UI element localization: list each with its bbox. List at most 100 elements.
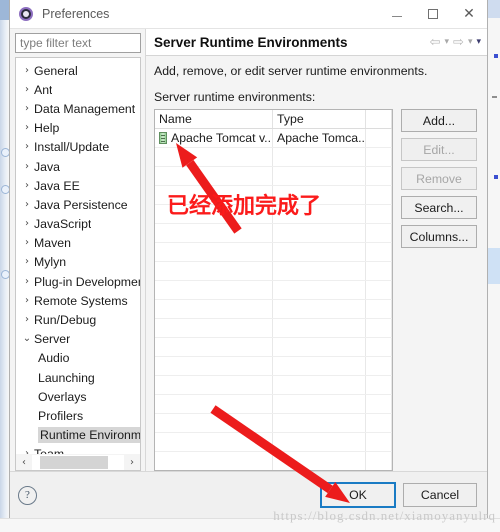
- maximize-button[interactable]: [415, 0, 451, 28]
- chevron-right-icon[interactable]: ›: [20, 315, 34, 325]
- table-body: Apache Tomcat v... Apache Tomca...: [155, 129, 392, 470]
- cell-empty: [366, 395, 392, 413]
- sidebar-item-java[interactable]: › Java: [16, 157, 140, 176]
- sidebar-item-overlays[interactable]: Overlays: [16, 387, 140, 406]
- column-header-name[interactable]: Name: [155, 110, 273, 128]
- ok-button[interactable]: OK: [320, 482, 396, 508]
- sidebar-item-java-persistence[interactable]: › Java Persistence: [16, 195, 140, 214]
- sidebar-item-maven[interactable]: › Maven: [16, 234, 140, 253]
- cell-empty: [155, 167, 273, 185]
- table-row-empty[interactable]: [155, 395, 392, 414]
- preferences-tree-scroll[interactable]: › General › Ant › Data Management › Help › Instal…: [15, 57, 141, 454]
- sidebar-item-label: Help: [34, 121, 60, 136]
- table-row-empty[interactable]: [155, 300, 392, 319]
- sidebar-item-launching[interactable]: Launching: [16, 368, 140, 387]
- chevron-right-icon[interactable]: ›: [20, 219, 34, 229]
- tree-horizontal-scrollbar[interactable]: ‹ ›: [15, 454, 141, 471]
- sidebar-item-java-ee[interactable]: › Java EE: [16, 176, 140, 195]
- chevron-right-icon[interactable]: ›: [20, 449, 34, 454]
- table-row-empty[interactable]: [155, 224, 392, 243]
- sidebar-item-label: Audio: [38, 351, 70, 366]
- help-icon[interactable]: ?: [18, 485, 37, 505]
- sidebar-item-plug-in-developmen[interactable]: › Plug-in Developmen: [16, 272, 140, 291]
- table-row-empty[interactable]: [155, 357, 392, 376]
- sidebar-item-label: Ant: [34, 82, 53, 97]
- minimize-button[interactable]: [379, 0, 415, 28]
- cell-empty: [273, 414, 366, 432]
- sidebar-item-team[interactable]: ›Team: [16, 445, 140, 454]
- annotation-note-text: 已经添加完成了: [167, 194, 322, 219]
- dialog-titlebar[interactable]: Preferences ✕: [10, 0, 487, 29]
- chevron-right-icon[interactable]: ›: [20, 103, 34, 114]
- table-row-empty[interactable]: [155, 319, 392, 338]
- chevron-right-icon[interactable]: ›: [20, 238, 34, 248]
- sidebar-item-data-management[interactable]: › Data Management: [16, 99, 140, 118]
- sidebar-item-javascript[interactable]: › JavaScript: [16, 215, 140, 234]
- table-row-empty[interactable]: [155, 452, 392, 470]
- chevron-right-icon[interactable]: ›: [20, 276, 34, 287]
- close-icon[interactable]: ✕: [451, 0, 487, 28]
- cell-empty: [273, 376, 366, 394]
- chevron-right-icon[interactable]: ›: [20, 161, 34, 172]
- filter-input[interactable]: type filter text: [15, 33, 141, 53]
- sidebar-item-label: Java: [34, 159, 60, 174]
- table-row-empty[interactable]: [155, 148, 392, 167]
- sidebar-item-help[interactable]: › Help: [16, 119, 140, 138]
- columns-button[interactable]: Columns...: [401, 225, 477, 248]
- cell-empty: [366, 224, 392, 242]
- sidebar-item-label: Overlays: [38, 389, 87, 404]
- chevron-right-icon[interactable]: ›: [20, 199, 34, 210]
- chevron-right-icon[interactable]: ›: [20, 123, 34, 133]
- cell-empty: [273, 395, 366, 413]
- scroll-right-icon[interactable]: ›: [124, 455, 140, 470]
- runtime-environments-table[interactable]: Name Type Apache Tomcat v... Apache Tomca…: [154, 109, 393, 471]
- sidebar-item-remote-systems[interactable]: › Remote Systems: [16, 291, 140, 310]
- scrollbar-thumb[interactable]: [40, 455, 108, 469]
- background-marker: [494, 54, 498, 58]
- sidebar-item-profilers[interactable]: Profilers: [16, 406, 140, 425]
- sidebar-item-label: Install/Update: [34, 140, 110, 155]
- chevron-right-icon[interactable]: ›: [20, 65, 34, 76]
- column-header-type[interactable]: Type: [273, 110, 366, 128]
- chevron-right-icon[interactable]: ›: [20, 295, 34, 306]
- scroll-left-icon[interactable]: ‹: [16, 455, 32, 470]
- table-row[interactable]: Apache Tomcat v... Apache Tomca...: [155, 129, 392, 148]
- table-row-empty[interactable]: [155, 262, 392, 281]
- forward-arrow-icon[interactable]: ⇨: [453, 36, 464, 49]
- forward-dropdown-icon[interactable]: ▾: [468, 37, 473, 47]
- cell-empty: [366, 376, 392, 394]
- table-row-empty[interactable]: [155, 167, 392, 186]
- table-row-empty[interactable]: [155, 243, 392, 262]
- sidebar-item-server[interactable]: ⌄ Server: [16, 330, 140, 349]
- sidebar-item-runtime-environm[interactable]: Runtime Environm: [16, 426, 140, 445]
- sidebar-item-label: Maven: [34, 236, 71, 251]
- cancel-button[interactable]: Cancel: [403, 483, 477, 507]
- cell-empty: [273, 167, 366, 185]
- scrollbar-track[interactable]: [32, 454, 124, 470]
- table-row-empty[interactable]: [155, 414, 392, 433]
- sidebar-item-general[interactable]: › General: [16, 61, 140, 80]
- table-row-empty[interactable]: [155, 281, 392, 300]
- table-row-empty[interactable]: [155, 338, 392, 357]
- cell-empty: [155, 319, 273, 337]
- chevron-right-icon[interactable]: ›: [20, 180, 34, 191]
- table-row-empty[interactable]: [155, 433, 392, 452]
- back-arrow-icon[interactable]: ⇦: [430, 36, 441, 49]
- preferences-tree: › General › Ant › Data Management › Help › Instal…: [16, 58, 140, 454]
- sidebar-item-run-debug[interactable]: › Run/Debug: [16, 310, 140, 329]
- sidebar-item-audio[interactable]: Audio: [16, 349, 140, 368]
- cell-empty: [155, 243, 273, 261]
- table-row-empty[interactable]: [155, 376, 392, 395]
- chevron-right-icon[interactable]: ›: [20, 84, 34, 95]
- cell-empty: [155, 262, 273, 280]
- chevron-right-icon[interactable]: ›: [20, 257, 34, 267]
- chevron-down-icon[interactable]: ⌄: [20, 334, 34, 344]
- sidebar-item-mylyn[interactable]: › Mylyn: [16, 253, 140, 272]
- sidebar-item-install-update[interactable]: › Install/Update: [16, 138, 140, 157]
- add-button[interactable]: Add...: [401, 109, 477, 132]
- back-dropdown-icon[interactable]: ▾: [445, 37, 450, 47]
- chevron-right-icon[interactable]: ›: [20, 142, 34, 152]
- sidebar-item-ant[interactable]: › Ant: [16, 80, 140, 99]
- view-menu-icon[interactable]: ▾: [476, 37, 481, 47]
- search-button[interactable]: Search...: [401, 196, 477, 219]
